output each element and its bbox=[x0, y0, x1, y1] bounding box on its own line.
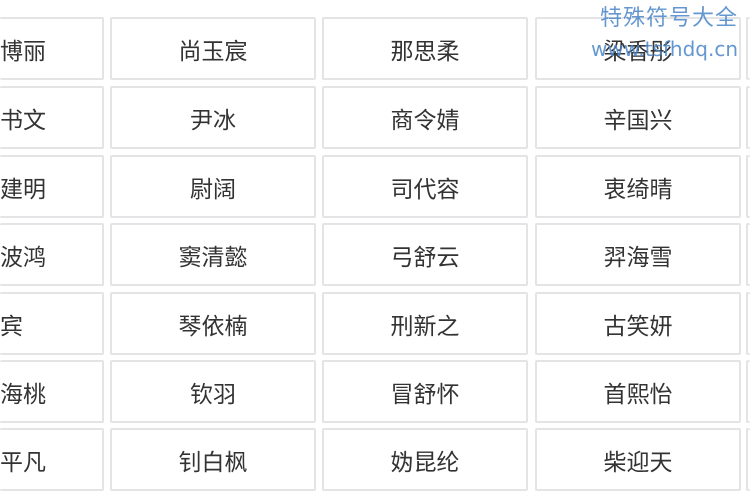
table-cell: 刑新之 bbox=[322, 292, 528, 355]
table-cell: 古笑妍 bbox=[535, 292, 741, 355]
table-cell: 冒舒怀 bbox=[322, 360, 528, 423]
table-cell: 钊白枫 bbox=[110, 428, 316, 491]
name-text: 辛国兴 bbox=[603, 107, 673, 134]
name-text: 冒舒怀 bbox=[390, 381, 460, 408]
name-text: 首熙怡 bbox=[603, 381, 673, 408]
table-cell: 衷绮晴 bbox=[535, 155, 741, 218]
name-text: 窦清懿 bbox=[178, 244, 248, 271]
watermark-url: www.tsfhdq.cn bbox=[591, 37, 738, 61]
table-cell: 尚玉宸 bbox=[110, 17, 316, 80]
name-text: 尹冰 bbox=[190, 107, 236, 134]
table-cell: 首熙怡 bbox=[535, 360, 741, 423]
name-text: 海桃 bbox=[0, 381, 46, 408]
table-cell: 钦羽 bbox=[110, 360, 316, 423]
table-cell: 博丽 bbox=[0, 17, 104, 80]
table-cell: 琴依楠 bbox=[110, 292, 316, 355]
table-cell: 羿海雪 bbox=[535, 223, 741, 286]
table-cell: 尉阔 bbox=[110, 155, 316, 218]
name-text: 柴迎天 bbox=[603, 449, 673, 476]
watermark: 特殊符号大全 www.tsfhdq.cn bbox=[591, 4, 738, 64]
name-text: 钦羽 bbox=[190, 381, 236, 408]
name-text: 衷绮晴 bbox=[603, 176, 673, 203]
watermark-title: 特殊符号大全 bbox=[599, 6, 738, 31]
table-cell: 弓舒云 bbox=[322, 223, 528, 286]
table-cell: 波鸿 bbox=[0, 223, 104, 286]
table-cell bbox=[746, 223, 750, 286]
table-cell bbox=[746, 428, 750, 491]
table-cell bbox=[746, 86, 750, 149]
table-cell: 平凡 bbox=[0, 428, 104, 491]
name-text: 宾 bbox=[0, 313, 23, 340]
name-text: 羿海雪 bbox=[603, 244, 673, 271]
table-cell: 建明 bbox=[0, 155, 104, 218]
table-cell: 商令婧 bbox=[322, 86, 528, 149]
table-cell bbox=[746, 360, 750, 423]
name-text: 那思柔 bbox=[390, 38, 460, 65]
name-text: 司代容 bbox=[390, 176, 460, 203]
table-cell bbox=[746, 292, 750, 355]
name-text: 书文 bbox=[0, 107, 46, 134]
name-text: 波鸿 bbox=[0, 244, 46, 271]
name-text: 弓舒云 bbox=[390, 244, 460, 271]
name-text: 平凡 bbox=[0, 449, 46, 476]
name-text: 尚玉宸 bbox=[178, 38, 248, 65]
table-cell: 辛国兴 bbox=[535, 86, 741, 149]
name-text: 刑新之 bbox=[390, 313, 460, 340]
name-text: 钊白枫 bbox=[178, 449, 248, 476]
table-cell: 宾 bbox=[0, 292, 104, 355]
name-text: 琴依楠 bbox=[178, 313, 248, 340]
name-text: 建明 bbox=[0, 176, 46, 203]
table-cell: 窦清懿 bbox=[110, 223, 316, 286]
table-cell: 书文 bbox=[0, 86, 104, 149]
name-text: 古笑妍 bbox=[603, 313, 673, 340]
table-cell: 妫昆纶 bbox=[322, 428, 528, 491]
table-cell: 尹冰 bbox=[110, 86, 316, 149]
table-cell bbox=[746, 17, 750, 80]
table-cell: 柴迎天 bbox=[535, 428, 741, 491]
name-text: 尉阔 bbox=[190, 176, 236, 203]
name-text: 商令婧 bbox=[390, 107, 460, 134]
names-table: 博丽 尚玉宸 那思柔 梁香彤 书文 尹冰 商令婧 辛国兴 建明 尉阔 司代容 衷绮晴 波鸿 窦清懿 弓舒云羿… bbox=[0, 0, 750, 500]
table-cell bbox=[746, 155, 750, 218]
table-cell: 司代容 bbox=[322, 155, 528, 218]
table-cell: 那思柔 bbox=[322, 17, 528, 80]
name-text: 博丽 bbox=[0, 38, 46, 65]
table-cell: 海桃 bbox=[0, 360, 104, 423]
name-text: 妫昆纶 bbox=[390, 449, 460, 476]
